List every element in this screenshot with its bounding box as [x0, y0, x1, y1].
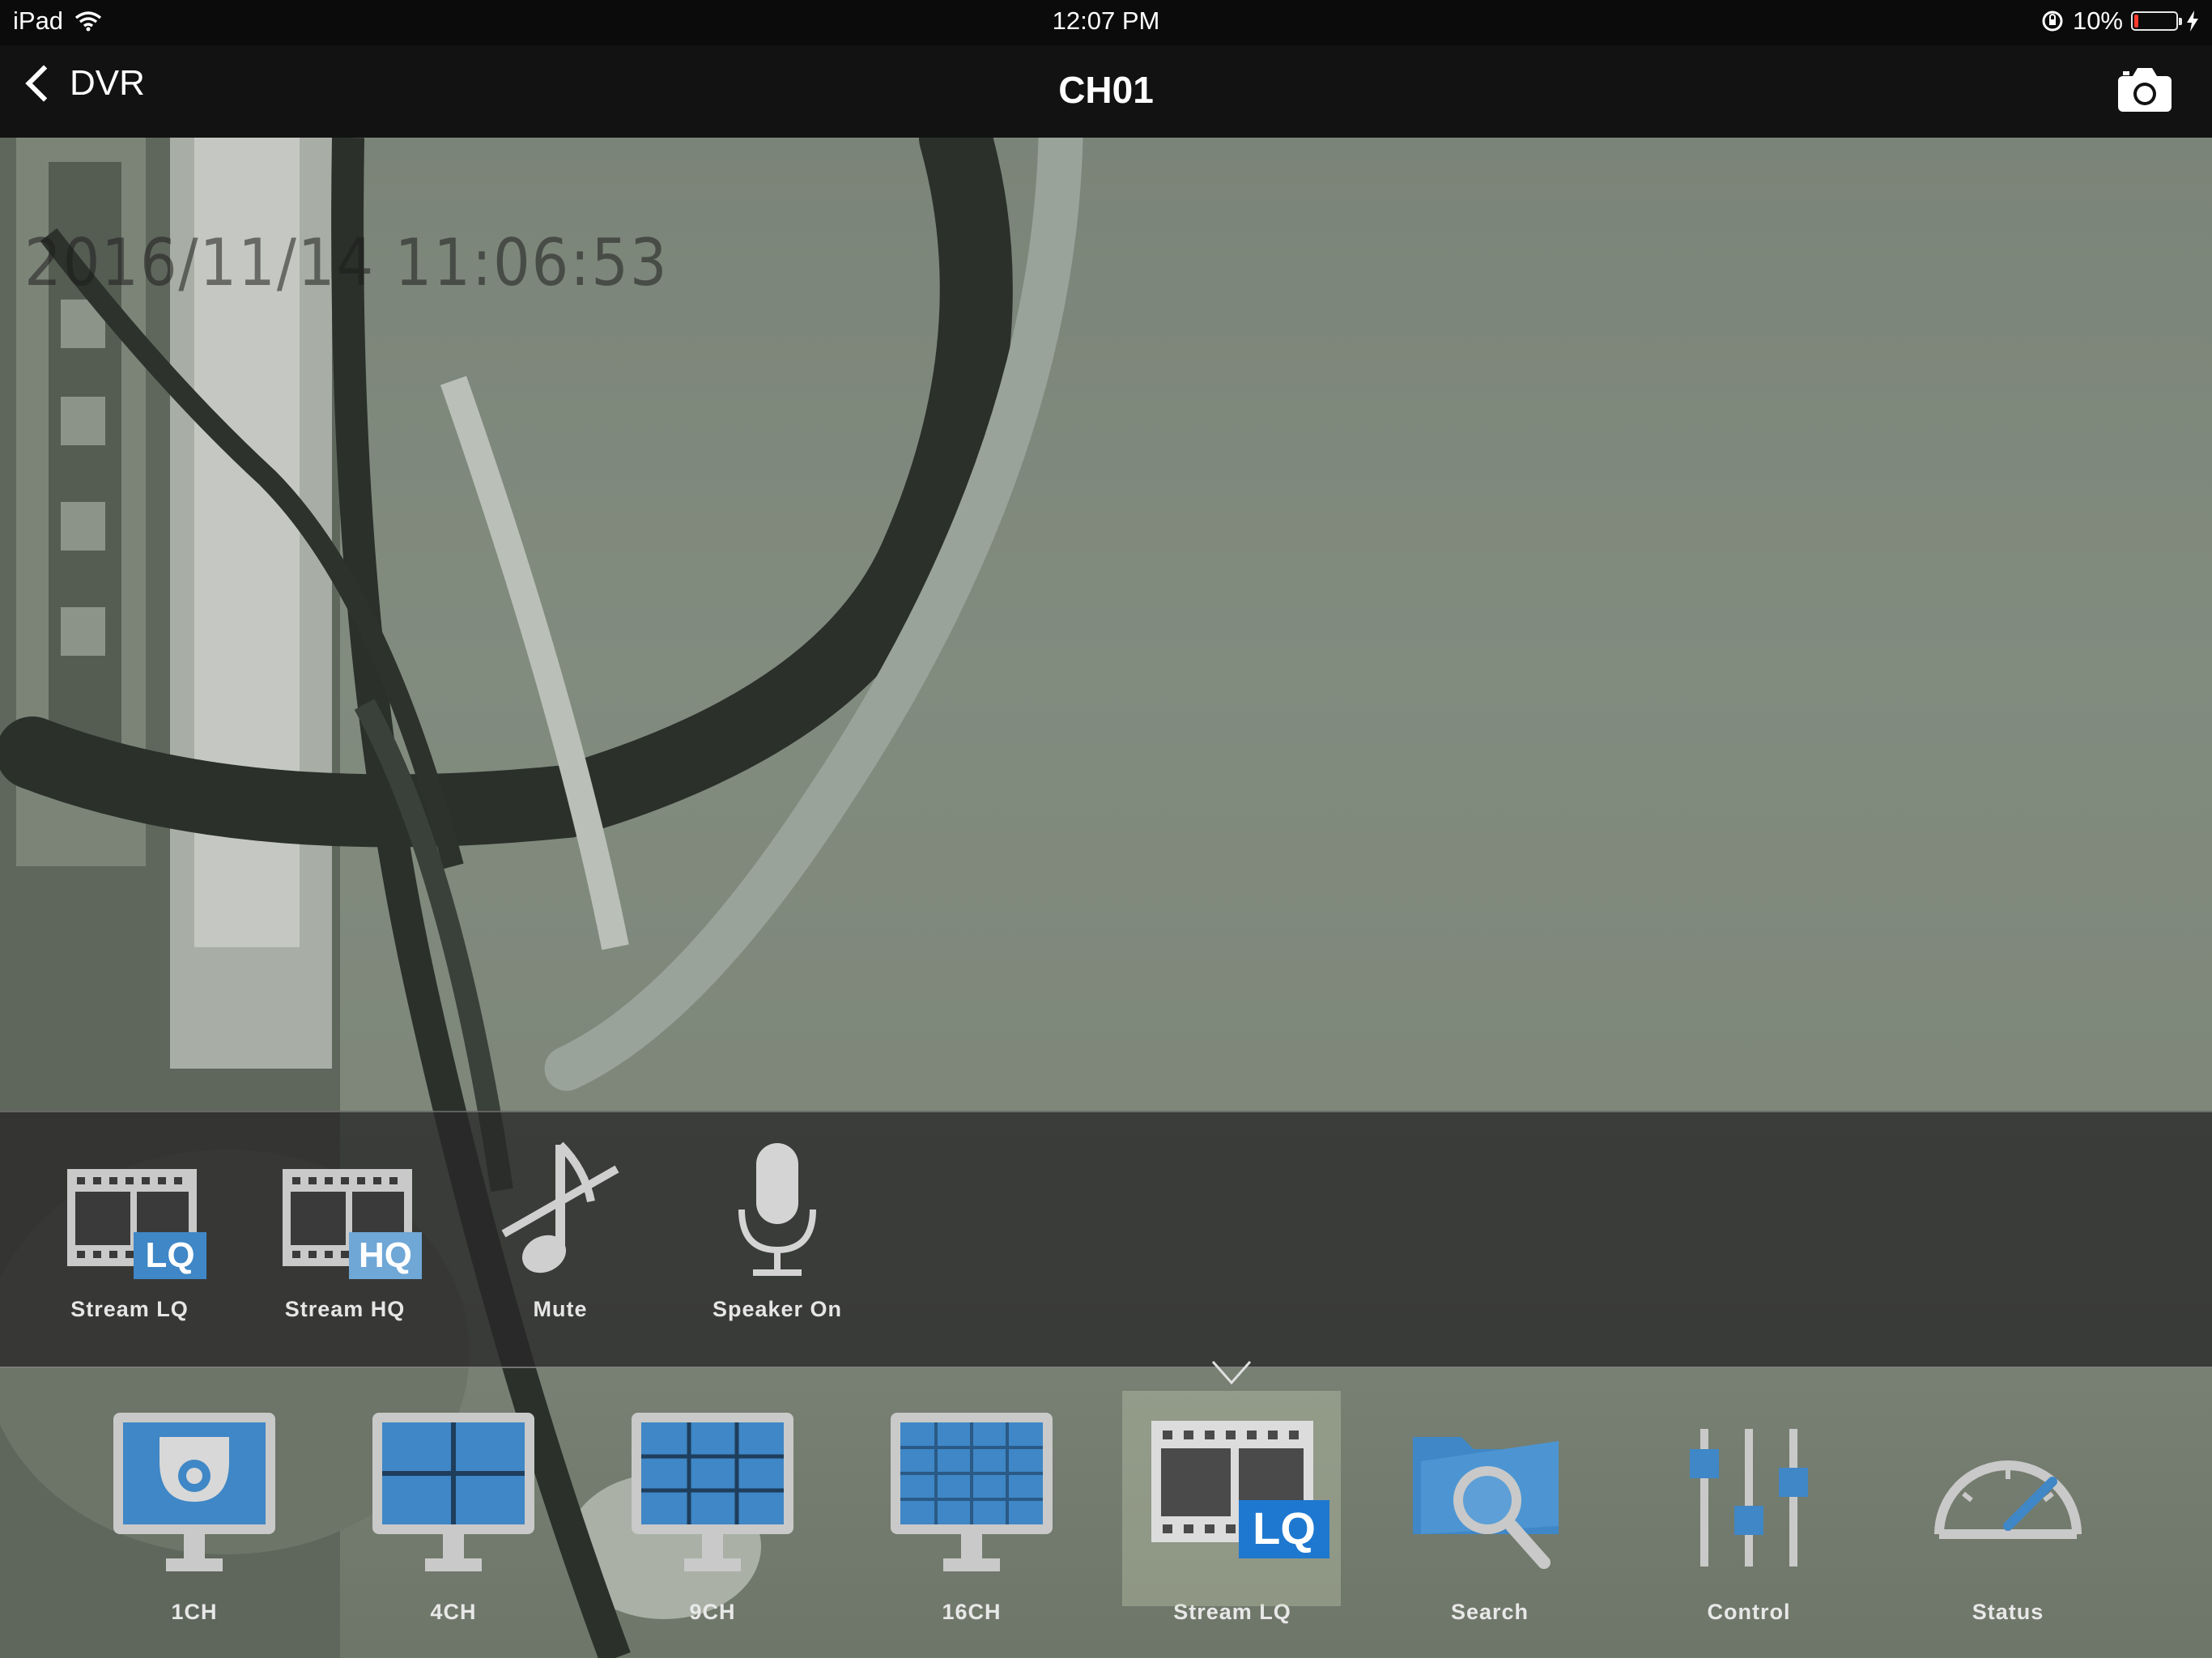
stream-hq-label: Stream HQ — [284, 1297, 406, 1321]
tab-9ch-label: 9CH — [689, 1600, 736, 1624]
mute-option[interactable]: Mute — [463, 1141, 657, 1322]
speaker-on-label: Speaker On — [712, 1297, 843, 1321]
quad-monitor-icon — [372, 1413, 534, 1571]
tab-stream-lq[interactable]: LQ Stream LQ — [1122, 1391, 1341, 1625]
status-right: 10% — [2040, 6, 2199, 36]
battery-icon — [2131, 11, 2182, 31]
tab-search-label: Search — [1450, 1600, 1529, 1624]
muted-note-icon — [501, 1141, 619, 1273]
film-lq-icon: LQ — [67, 1169, 206, 1279]
sliders-icon — [1690, 1429, 1808, 1567]
rotation-lock-icon — [2042, 11, 2063, 32]
single-camera-monitor-icon — [113, 1413, 275, 1571]
tab-control-label: Control — [1707, 1600, 1791, 1624]
page-title: CH01 — [1058, 69, 1154, 111]
tab-9ch[interactable]: 9CH — [607, 1401, 818, 1625]
stream-lq-option[interactable]: LQ Stream LQ — [32, 1145, 227, 1322]
options-toolbar: LQ Stream LQ HQ Stream HQ Mute Speaker O… — [0, 1111, 2212, 1368]
mute-label: Mute — [533, 1297, 588, 1321]
status-time: 12:07 PM — [1052, 6, 1160, 35]
film-lq-icon: LQ — [1151, 1421, 1329, 1558]
stream-lq-label: Stream LQ — [70, 1297, 189, 1321]
status-bar: iPad 12:07 PM 10% — [0, 0, 2212, 45]
tab-4ch-label: 4CH — [430, 1600, 477, 1624]
battery-percent: 10% — [2072, 6, 2123, 35]
tab-search[interactable]: Search — [1385, 1401, 1595, 1625]
film-hq-icon: HQ — [283, 1169, 422, 1279]
osd-timestamp: 2016/11/14 11:06:53 — [24, 225, 669, 300]
gauge-icon — [1934, 1460, 2082, 1539]
tab-status-label: Status — [1972, 1600, 2044, 1624]
sixteen-grid-monitor-icon — [891, 1413, 1053, 1571]
folder-search-icon — [1413, 1437, 1559, 1569]
charging-bolt-icon — [2187, 11, 2198, 32]
tab-1ch[interactable]: 1CH — [89, 1401, 300, 1625]
main-tab-bar: 1CH 4CH 9CH 16CH LQ Stream LQ Search Con… — [0, 1367, 2212, 1658]
svg-text:HQ: HQ — [359, 1235, 412, 1275]
nine-grid-monitor-icon — [632, 1413, 793, 1571]
tab-control[interactable]: Control — [1644, 1401, 1854, 1625]
stream-hq-option[interactable]: HQ Stream HQ — [248, 1145, 442, 1322]
svg-text:LQ: LQ — [1253, 1503, 1316, 1554]
microphone-icon — [738, 1143, 816, 1276]
camera-icon — [2118, 68, 2172, 112]
speaker-on-option[interactable]: Speaker On — [680, 1143, 874, 1322]
snapshot-button[interactable] — [2116, 65, 2173, 113]
svg-text:LQ: LQ — [145, 1235, 194, 1275]
battery-level-fill — [2134, 15, 2138, 28]
tab-16ch[interactable]: 16CH — [866, 1401, 1077, 1625]
tab-16ch-label: 16CH — [942, 1600, 1002, 1624]
tab-1ch-label: 1CH — [171, 1600, 218, 1624]
tab-status[interactable]: Status — [1903, 1401, 2113, 1625]
tab-4ch[interactable]: 4CH — [348, 1401, 559, 1625]
navigation-bar: DVR CH01 — [0, 45, 2212, 139]
